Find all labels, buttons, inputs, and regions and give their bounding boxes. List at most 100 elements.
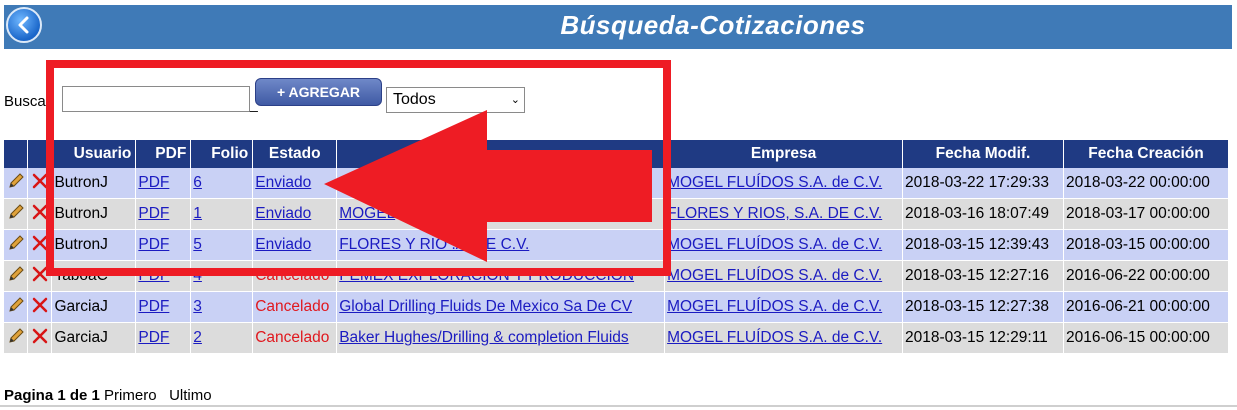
cell-fecha-modif: 2018-03-15 12:29:11: [902, 322, 1064, 354]
cell-pdf[interactable]: PDF: [135, 322, 192, 354]
edit-cell: [4, 291, 29, 323]
cell-estado[interactable]: Enviado: [252, 168, 338, 199]
cell-pdf[interactable]: PDF: [135, 291, 192, 323]
cell-estado[interactable]: Enviado: [252, 198, 338, 230]
delete-x-icon[interactable]: [31, 327, 49, 345]
cell-estado[interactable]: Cancelado: [252, 322, 338, 354]
delete-cell: [27, 322, 53, 354]
cell-empresa[interactable]: MOGEL FLUÍDOS S.A. de C.V.: [664, 260, 904, 292]
table-row: GarciaJ PDF 3 Cancelado Global Drilling Flui…: [4, 291, 1230, 323]
cell-fecha-modif: 2018-03-22 17:29:33: [902, 168, 1064, 199]
edit-cell: [4, 260, 29, 292]
cell-folio[interactable]: 6: [190, 168, 254, 199]
pencil-icon[interactable]: [7, 265, 25, 283]
search-label: Buscar:: [4, 93, 55, 110]
page-info: Pagina 1 de 1: [4, 387, 100, 404]
header-cliente[interactable]: [336, 140, 666, 168]
cell-pdf[interactable]: PDF: [135, 260, 192, 292]
cell-folio[interactable]: 5: [190, 229, 254, 261]
cell-usuario: GarciaJ: [51, 322, 137, 354]
delete-x-icon[interactable]: [31, 203, 49, 221]
header-fecha-creacion[interactable]: Fecha Creación: [1063, 140, 1230, 168]
delete-x-icon[interactable]: [31, 296, 49, 314]
delete-x-icon[interactable]: [31, 172, 49, 190]
cell-pdf[interactable]: PDF: [135, 198, 192, 230]
delete-cell: [27, 229, 53, 261]
cell-estado[interactable]: Enviado: [252, 229, 338, 261]
pencil-icon[interactable]: [7, 203, 25, 221]
edit-cell: [4, 168, 29, 199]
cell-fecha-creacion: 2016-06-22 00:00:00: [1063, 260, 1230, 292]
cell-usuario: ButronJ: [51, 198, 137, 230]
cell-cliente[interactable]: MOGEL: [336, 198, 666, 230]
quotes-table: Usuario PDF Folio Estado Empresa Fecha M…: [4, 140, 1230, 354]
cell-fecha-creacion: 2018-03-17 00:00:00: [1063, 198, 1230, 230]
cell-empresa[interactable]: MOGEL FLUÍDOS S.A. de C.V.: [664, 229, 904, 261]
delete-cell: [27, 198, 53, 230]
cell-cliente[interactable]: Global Drilling Fluids De Mexico Sa De C…: [336, 291, 666, 323]
table-row: TaboaC PDF 4 Cancelado PEMEX EXPLORACION Y P…: [4, 260, 1230, 292]
first-page-link[interactable]: Primero: [104, 387, 157, 404]
cell-folio[interactable]: 1: [190, 198, 254, 230]
cell-fecha-creacion: 2018-03-15 00:00:00: [1063, 229, 1230, 261]
header-delete: [27, 140, 53, 168]
table-row: ButronJ PDF 6 Enviado MOGEL FLUÍDOS S.A. de …: [4, 168, 1230, 199]
header-folio[interactable]: Folio: [190, 140, 254, 168]
footer-divider: [0, 405, 1237, 407]
page-title: Búsqueda-Cotizaciones: [560, 10, 866, 40]
delete-cell: [27, 168, 53, 199]
table-row: ButronJ PDF 5 Enviado FLORES Y RIO .A. DE C.…: [4, 229, 1230, 261]
header-estado[interactable]: Estado: [252, 140, 338, 168]
chevron-down-icon: ⌄: [510, 94, 520, 106]
cell-folio[interactable]: 3: [190, 291, 254, 323]
pencil-icon[interactable]: [7, 327, 25, 345]
cell-folio[interactable]: 4: [190, 260, 254, 292]
cell-empresa[interactable]: FLORES Y RIOS, S.A. DE C.V.: [664, 198, 904, 230]
delete-x-icon[interactable]: [31, 265, 49, 283]
cell-fecha-modif: 2018-03-15 12:27:38: [902, 291, 1064, 323]
header-pdf[interactable]: PDF: [135, 140, 192, 168]
pencil-icon[interactable]: [7, 234, 25, 252]
cell-cliente[interactable]: PEMEX EXPLORACION Y PRODUCCION: [336, 260, 666, 292]
pencil-icon[interactable]: [7, 296, 25, 314]
cell-fecha-modif: 2018-03-16 18:07:49: [902, 198, 1064, 230]
delete-x-icon[interactable]: [31, 234, 49, 252]
table-header-row: Usuario PDF Folio Estado Empresa Fecha M…: [4, 140, 1230, 168]
pencil-icon[interactable]: [7, 172, 25, 190]
cell-pdf[interactable]: PDF: [135, 168, 192, 199]
edit-cell: [4, 229, 29, 261]
title-bar: Búsqueda-Cotizaciones: [4, 5, 1232, 49]
cell-empresa[interactable]: MOGEL FLUÍDOS S.A. de C.V.: [664, 168, 904, 199]
pagination: Pagina 1 de 1 Primero Ultimo: [4, 387, 212, 404]
cell-pdf[interactable]: PDF: [135, 229, 192, 261]
header-fecha-modif[interactable]: Fecha Modif.: [902, 140, 1064, 168]
header-usuario[interactable]: Usuario: [51, 140, 137, 168]
cell-usuario: ButronJ: [51, 168, 137, 199]
cell-cliente[interactable]: FLORES Y RIO .A. DE C.V.: [336, 229, 666, 261]
status-filter-value: Todos: [393, 91, 436, 108]
cell-fecha-modif: 2018-03-15 12:39:43: [902, 229, 1064, 261]
delete-cell: [27, 291, 53, 323]
cell-usuario: ButronJ: [51, 229, 137, 261]
cell-fecha-creacion: 2016-06-21 00:00:00: [1063, 291, 1230, 323]
edit-cell: [4, 198, 29, 230]
cell-estado[interactable]: Cancelado: [252, 260, 338, 292]
add-button[interactable]: + AGREGAR: [255, 78, 382, 106]
cell-empresa[interactable]: MOGEL FLUÍDOS S.A. de C.V.: [664, 291, 904, 323]
cell-cliente[interactable]: [336, 168, 666, 199]
table-row: GarciaJ PDF 2 Cancelado Baker Hughes/Drillin…: [4, 322, 1230, 354]
cell-fecha-modif: 2018-03-15 12:27:16: [902, 260, 1064, 292]
table-row: ButronJ PDF 1 Enviado MOGEL FLORES Y RIOS, S.…: [4, 198, 1230, 230]
cell-estado[interactable]: Cancelado: [252, 291, 338, 323]
last-page-link[interactable]: Ultimo: [169, 387, 212, 404]
edit-cell: [4, 322, 29, 354]
cell-cliente[interactable]: Baker Hughes/Drilling & completion Fluid…: [336, 322, 666, 354]
delete-cell: [27, 260, 53, 292]
header-empresa[interactable]: Empresa: [664, 140, 904, 168]
cell-fecha-creacion: 2018-03-22 00:00:00: [1063, 168, 1230, 199]
cell-usuario: TaboaC: [51, 260, 137, 292]
cell-empresa[interactable]: MOGEL FLUÍDOS S.A. de C.V.: [664, 322, 904, 354]
search-input[interactable]: [62, 86, 250, 112]
status-filter-select[interactable]: Todos ⌄: [386, 87, 525, 113]
cell-folio[interactable]: 2: [190, 322, 254, 354]
